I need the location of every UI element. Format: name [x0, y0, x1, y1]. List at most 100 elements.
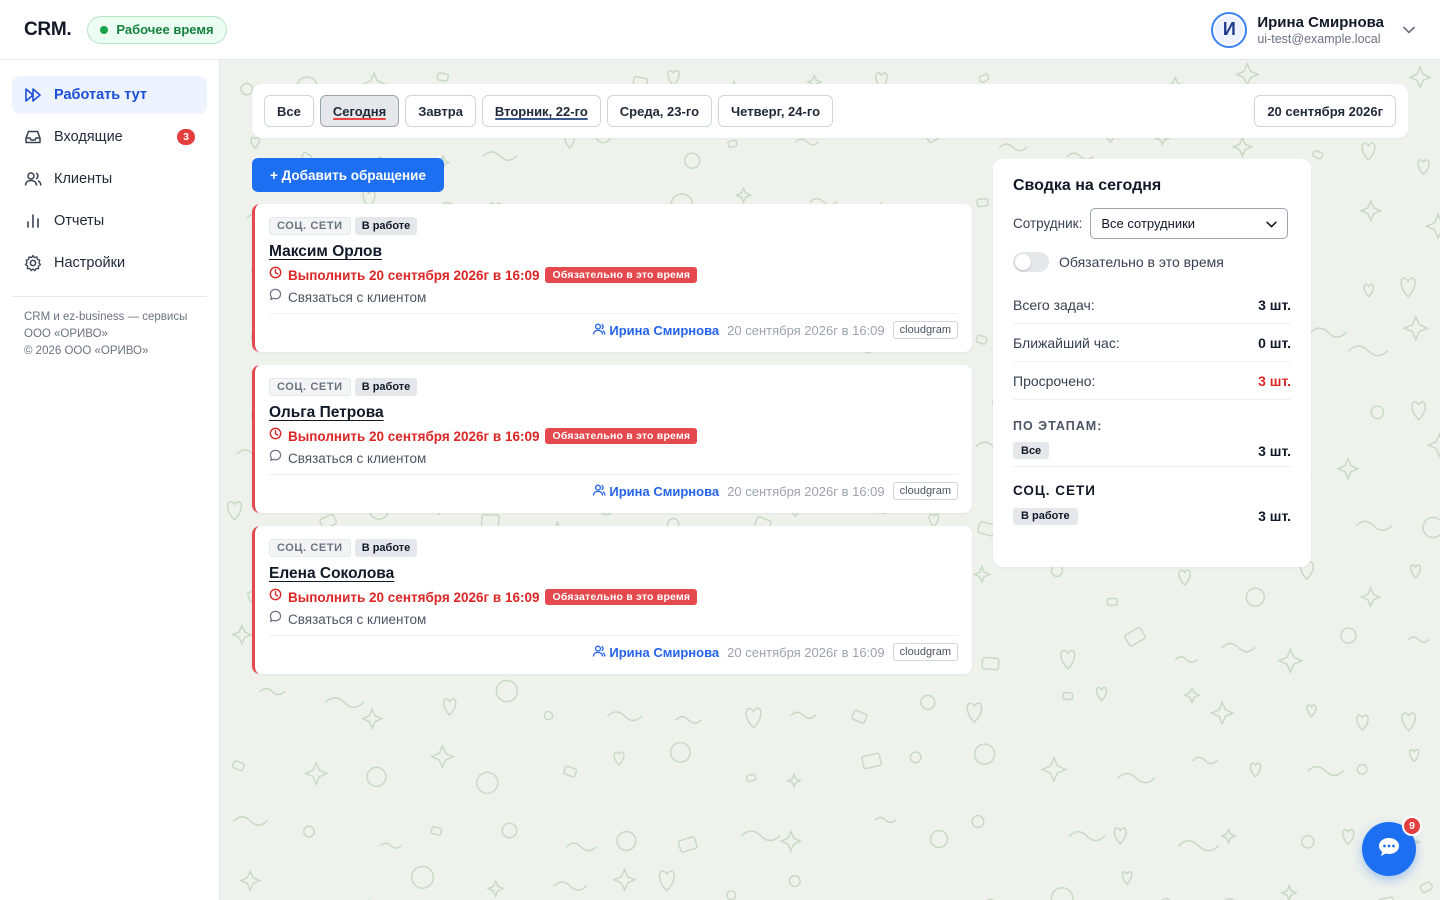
doodle-shape — [1402, 315, 1429, 342]
stat-value: 3 шт. — [1258, 372, 1291, 389]
work-time-badge[interactable]: Рабочее время — [87, 15, 227, 44]
doodle-shape — [238, 869, 262, 892]
doodle-shape — [981, 656, 1000, 671]
task-card[interactable]: СОЦ. СЕТИ В работе Максим Орлов Выполнит… — [252, 204, 972, 352]
doodle-shape — [1249, 762, 1262, 778]
status-dot-icon — [100, 25, 109, 34]
doodle-shape — [1370, 405, 1385, 420]
stage-tag: В работе — [354, 217, 418, 235]
doodle-shape — [366, 766, 387, 787]
sidebar-divider — [12, 296, 207, 297]
doodle-shape — [1401, 712, 1416, 732]
doodle-shape — [1410, 564, 1422, 579]
doodle-shape — [779, 829, 803, 853]
doodle-shape — [1417, 159, 1430, 176]
doodle-shape — [1277, 647, 1304, 674]
doodle-shape — [684, 152, 701, 169]
summary-title: Сводка на сегодня — [1013, 177, 1162, 194]
assignee-link[interactable]: Ирина Смирнова — [592, 644, 719, 661]
chat-unread-badge: 9 — [1402, 816, 1422, 836]
message-icon — [269, 610, 282, 628]
task-row: Связаться с клиентом — [269, 287, 958, 307]
sidebar-item-work-here[interactable]: Работать тут — [12, 76, 207, 114]
filter-tuesday[interactable]: Вторник, 22-го — [481, 95, 601, 127]
doodle-shape — [1407, 636, 1430, 643]
doodle-shape — [1121, 871, 1133, 886]
doodle-shape — [1426, 432, 1440, 458]
logo[interactable]: CRM. — [24, 19, 72, 41]
employee-select[interactable]: Все сотрудники — [1090, 208, 1289, 239]
date-picker-button[interactable]: 20 сентября 2026г — [1254, 95, 1396, 127]
filter-wednesday[interactable]: Среда, 23-го — [606, 95, 713, 127]
doodle-shape — [1231, 135, 1254, 158]
sidebar-item-reports[interactable]: Отчеты — [12, 202, 207, 240]
task-card[interactable]: СОЦ. СЕТИ В работе Ольга Петрова Выполни… — [252, 365, 972, 513]
doodle-shape — [482, 151, 518, 161]
assignee-link[interactable]: Ирина Смирнова — [592, 483, 719, 500]
doodle-shape — [788, 875, 801, 888]
stage-value: 3 шт. — [1258, 442, 1291, 459]
client-name-link[interactable]: Елена Соколова — [269, 565, 394, 583]
gear-icon — [24, 254, 42, 272]
doodle-shape — [1040, 756, 1068, 783]
source-tag: СОЦ. СЕТИ — [269, 539, 351, 557]
doodle-shape — [227, 501, 243, 521]
task-card[interactable]: СОЦ. СЕТИ В работе Елена Соколова Выполн… — [252, 526, 972, 674]
doodle-shape — [790, 711, 817, 719]
doodle-shape — [1411, 401, 1427, 421]
doodle-shape — [1355, 520, 1393, 531]
sidebar-item-inbox[interactable]: Входящие 3 — [12, 118, 207, 156]
task-text: Связаться с клиентом — [288, 611, 427, 627]
doodle-shape — [1178, 569, 1191, 587]
stage-chip[interactable]: В работе — [1013, 507, 1078, 525]
required-time-toggle[interactable] — [1013, 252, 1049, 272]
source-stage-row: В работе 3 шт. — [1013, 500, 1291, 532]
add-request-button[interactable]: + Добавить обращение — [252, 158, 444, 192]
user-email: ui-test@example.local — [1257, 31, 1381, 46]
clock-icon — [269, 266, 282, 284]
summary-panel: Сводка на сегодня Сотрудник: Все сотрудн… — [993, 159, 1311, 567]
doodle-shape — [1234, 62, 1260, 87]
work-time-label: Рабочее время — [116, 22, 214, 37]
doodle-shape — [861, 752, 882, 770]
doodle-shape — [616, 830, 637, 852]
client-name-link[interactable]: Максим Орлов — [269, 243, 382, 261]
required-toggle-row: Обязательно в это время — [1013, 251, 1291, 273]
doodle-shape — [1359, 199, 1383, 223]
doodle-shape — [1050, 564, 1064, 578]
doodle-shape — [613, 751, 625, 766]
doodle-shape — [973, 743, 996, 765]
sidebar-item-clients[interactable]: Клиенты — [12, 160, 207, 198]
doodle-shape — [1192, 756, 1219, 765]
doodle-shape — [874, 816, 897, 824]
doodle-shape — [999, 143, 1028, 152]
chat-button[interactable]: 9 — [1362, 816, 1422, 876]
filter-all[interactable]: Все — [264, 95, 314, 127]
stat-total: Всего задач: 3 шт. — [1013, 286, 1291, 324]
doodle-shape — [430, 826, 443, 836]
user-name: Ирина Смирнова — [1257, 13, 1384, 31]
doodle-shape — [259, 687, 285, 696]
doodle-shape — [1280, 883, 1298, 900]
doodle-shape — [303, 760, 329, 786]
inbox-count-badge: 3 — [177, 129, 195, 145]
doodle-shape — [909, 751, 922, 764]
filter-thursday[interactable]: Четверг, 24-го — [718, 95, 834, 127]
doodle-shape — [1068, 831, 1106, 842]
required-time-badge: Обязательно в это время — [545, 428, 698, 444]
avatar: И — [1211, 11, 1248, 48]
client-name-link[interactable]: Ольга Петрова — [269, 404, 384, 422]
assignee-link[interactable]: Ирина Смирнова — [592, 322, 719, 339]
chevron-down-icon[interactable] — [1402, 23, 1416, 37]
filter-tomorrow[interactable]: Завтра — [405, 95, 476, 127]
doodle-shape — [734, 186, 753, 205]
doodle-shape — [303, 825, 315, 838]
stage-chip[interactable]: Все — [1013, 442, 1050, 459]
user-menu[interactable]: И Ирина Смирнова ui-test@example.local — [1211, 11, 1416, 48]
filter-today[interactable]: Сегодня — [319, 95, 400, 127]
summary-stats: Всего задач: 3 шт. Ближайший час: 0 шт. … — [1013, 286, 1291, 400]
filter-label: Среда, 23-го — [619, 103, 700, 119]
doodle-shape — [1060, 649, 1076, 670]
sidebar-item-settings[interactable]: Настройки — [12, 244, 207, 282]
required-time-badge: Обязательно в это время — [545, 589, 698, 605]
